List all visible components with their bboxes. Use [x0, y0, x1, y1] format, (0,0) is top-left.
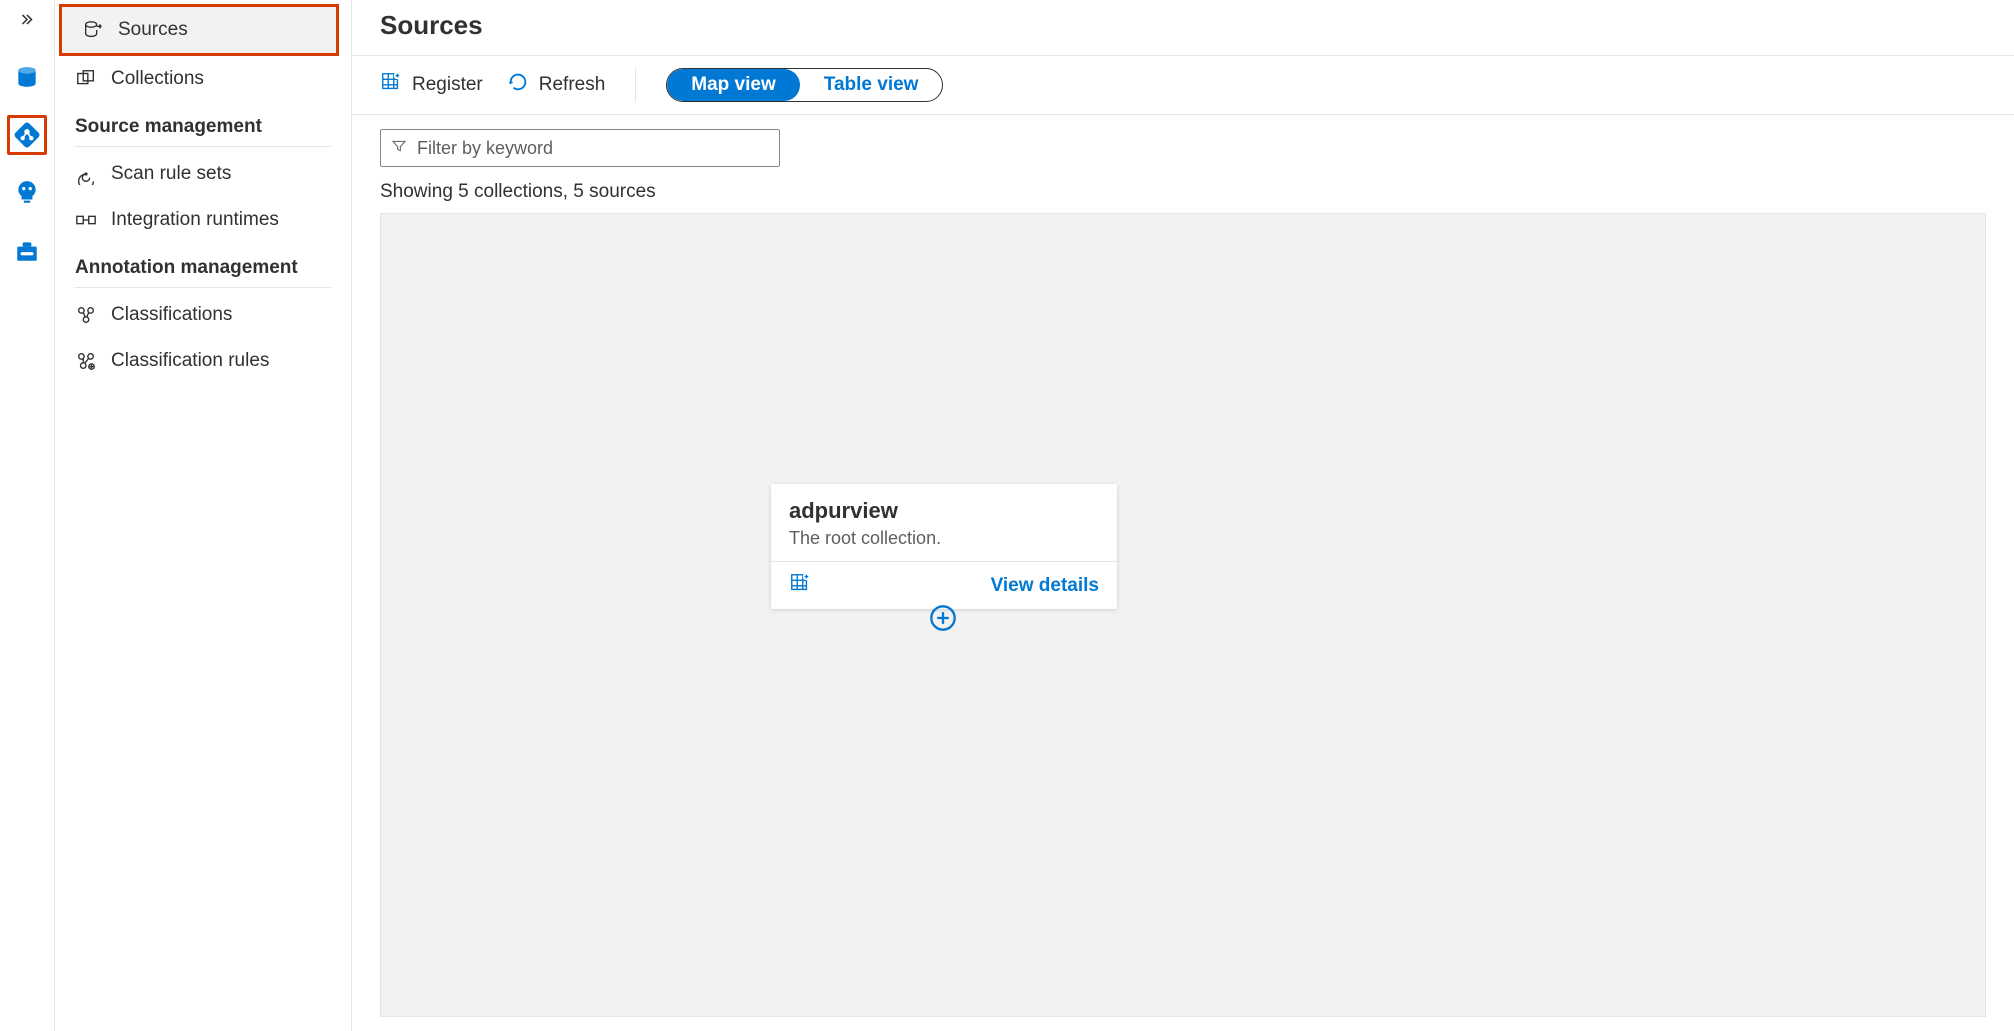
results-summary: Showing 5 collections, 5 sources [380, 167, 1986, 213]
refresh-button[interactable]: Refresh [507, 71, 606, 99]
table-view-toggle[interactable]: Table view [800, 69, 943, 101]
card-title: adpurview [789, 498, 1099, 524]
card-subtitle: The root collection. [789, 528, 1099, 549]
classifications-icon [75, 304, 97, 326]
nav-section-source-management: Source management [55, 102, 351, 146]
toolbar: Register Refresh Map view Table view [352, 56, 2014, 115]
refresh-label: Refresh [539, 74, 606, 96]
register-button[interactable]: Register [380, 71, 483, 99]
filter-icon [391, 138, 407, 159]
nav-scan-rule-sets[interactable]: Scan rule sets [55, 151, 351, 197]
rail-management[interactable] [7, 231, 47, 271]
radar-icon [75, 163, 97, 185]
nav-separator [75, 146, 331, 147]
map-canvas[interactable]: adpurview The root collection. View deta… [380, 213, 1986, 1017]
integration-icon [75, 209, 97, 231]
rail-data-catalog[interactable] [7, 57, 47, 97]
classification-rules-icon [75, 350, 97, 372]
nav-sources[interactable]: Sources [62, 7, 336, 53]
nav-label: Scan rule sets [111, 163, 231, 185]
filter-input[interactable] [417, 138, 769, 159]
content-area: Showing 5 collections, 5 sources adpurvi… [352, 115, 2014, 1031]
grid-plus-icon [380, 71, 402, 99]
refresh-icon [507, 71, 529, 99]
nav-section-annotation-management: Annotation management [55, 243, 351, 287]
main-panel: Sources Register Refresh Map view Table … [352, 0, 2014, 1031]
nav-label: Sources [118, 19, 188, 41]
add-child-icon[interactable] [929, 604, 957, 632]
nav-integration-runtimes[interactable]: Integration runtimes [55, 197, 351, 243]
database-arrow-icon [82, 19, 104, 41]
card-body: adpurview The root collection. [771, 484, 1117, 562]
nav-label: Classification rules [111, 350, 269, 372]
nav-collections[interactable]: Collections [55, 56, 351, 102]
toolbar-separator [635, 68, 636, 102]
rail-data-insights[interactable] [7, 173, 47, 213]
nav-label: Collections [111, 68, 204, 90]
view-toggle: Map view Table view [666, 68, 943, 102]
nav-label: Classifications [111, 304, 232, 326]
register-label: Register [412, 74, 483, 96]
nav-classifications[interactable]: Classifications [55, 292, 351, 338]
secondary-nav: Sources Collections Source management Sc… [55, 0, 352, 1031]
view-details-link[interactable]: View details [991, 575, 1099, 597]
nav-label: Integration runtimes [111, 209, 279, 231]
collections-icon [75, 68, 97, 90]
map-view-toggle[interactable]: Map view [667, 69, 799, 101]
nav-separator [75, 287, 331, 288]
rail-data-map[interactable] [7, 115, 47, 155]
nav-classification-rules[interactable]: Classification rules [55, 338, 351, 384]
left-rail [0, 0, 55, 1031]
filter-box[interactable] [380, 129, 780, 167]
collection-card[interactable]: adpurview The root collection. View deta… [771, 484, 1117, 609]
card-footer: View details [771, 562, 1117, 609]
grid-plus-icon[interactable] [789, 572, 811, 599]
expand-rail-toggle[interactable] [18, 8, 36, 39]
page-title: Sources [352, 0, 2014, 56]
